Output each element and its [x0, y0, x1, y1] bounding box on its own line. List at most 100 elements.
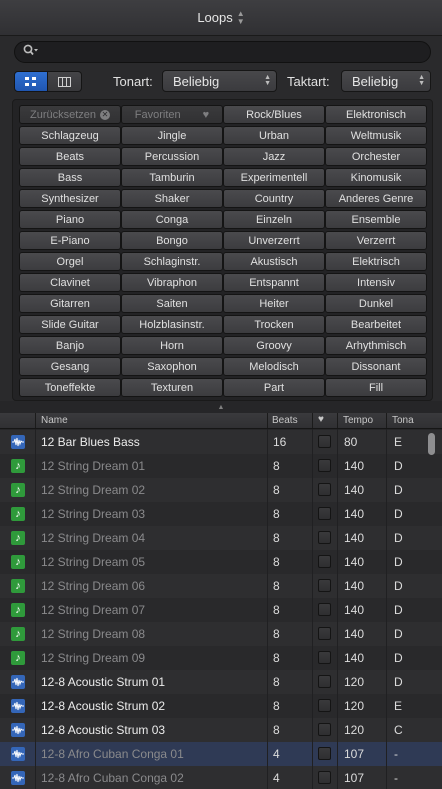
table-row[interactable]: 12-8 Afro Cuban Conga 01 4 107 -	[0, 742, 442, 766]
loop-browser-title[interactable]: Loops ▲ ▼	[0, 0, 442, 36]
keyword-button[interactable]: Verzerrt	[325, 231, 427, 250]
favorite-checkbox[interactable]	[318, 747, 331, 760]
table-row[interactable]: 12-8 Acoustic Strum 03 8 120 C	[0, 718, 442, 742]
favorite-checkbox[interactable]	[318, 579, 331, 592]
table-row[interactable]: ♪ 12 String Dream 09 8 140 D	[0, 646, 442, 670]
favorites-button[interactable]: Favoriten ♥	[121, 105, 223, 124]
favorite-checkbox[interactable]	[318, 435, 331, 448]
keyword-button[interactable]: Entspannt	[223, 273, 325, 292]
keyword-button[interactable]: Unverzerrt	[223, 231, 325, 250]
vertical-scrollbar[interactable]	[426, 430, 435, 789]
keyword-button[interactable]: Fill	[325, 378, 427, 397]
keyword-button[interactable]: Part	[223, 378, 325, 397]
keyword-button[interactable]: Elektronisch	[325, 105, 427, 124]
keyword-button[interactable]: Arhythmisch	[325, 336, 427, 355]
signature-select[interactable]: Beliebig ▲ ▼	[341, 70, 431, 92]
keyword-button[interactable]: Country	[223, 189, 325, 208]
table-row[interactable]: 12 Bar Blues Bass 16 80 E	[0, 430, 442, 454]
keyword-button[interactable]: Horn	[121, 336, 223, 355]
reset-button[interactable]: Zurücksetzen ✕	[19, 105, 121, 124]
keyword-button[interactable]: Conga	[121, 210, 223, 229]
keyword-button[interactable]: Trocken	[223, 315, 325, 334]
keyword-button[interactable]: Einzeln	[223, 210, 325, 229]
keyword-button[interactable]: Orchester	[325, 147, 427, 166]
favorite-checkbox[interactable]	[318, 723, 331, 736]
keyword-button[interactable]: Dissonant	[325, 357, 427, 376]
keyword-button[interactable]: Kinomusik	[325, 168, 427, 187]
table-row[interactable]: ♪ 12 String Dream 06 8 140 D	[0, 574, 442, 598]
favorite-checkbox[interactable]	[318, 507, 331, 520]
keyword-button[interactable]: Piano	[19, 210, 121, 229]
favorite-checkbox[interactable]	[318, 483, 331, 496]
scrollbar-thumb[interactable]	[428, 433, 435, 455]
keyword-button[interactable]: Melodisch	[223, 357, 325, 376]
table-row[interactable]: ♪ 12 String Dream 03 8 140 D	[0, 502, 442, 526]
table-row[interactable]: ♪ 12 String Dream 08 8 140 D	[0, 622, 442, 646]
column-header-key[interactable]: Tona	[392, 415, 414, 426]
table-row[interactable]: ♪ 12 String Dream 05 8 140 D	[0, 550, 442, 574]
keyword-button[interactable]: Urban	[223, 126, 325, 145]
keyword-button[interactable]: Saiten	[121, 294, 223, 313]
keyword-button[interactable]: Schlaginstr.	[121, 252, 223, 271]
keyword-button[interactable]: Gesang	[19, 357, 121, 376]
keyword-button[interactable]: E-Piano	[19, 231, 121, 250]
keyword-button[interactable]: Akustisch	[223, 252, 325, 271]
keyword-button[interactable]: Jingle	[121, 126, 223, 145]
keyword-button[interactable]: Toneffekte	[19, 378, 121, 397]
favorite-checkbox[interactable]	[318, 627, 331, 640]
keyword-button[interactable]: Synthesizer	[19, 189, 121, 208]
favorite-checkbox[interactable]	[318, 459, 331, 472]
keyword-button[interactable]: Gitarren	[19, 294, 121, 313]
panel-splitter[interactable]: ▲	[0, 401, 442, 413]
keyword-button[interactable]: Percussion	[121, 147, 223, 166]
keyword-button[interactable]: Jazz	[223, 147, 325, 166]
keyword-button[interactable]: Orgel	[19, 252, 121, 271]
keyword-button[interactable]: Bearbeitet	[325, 315, 427, 334]
view-toggle[interactable]	[14, 71, 82, 92]
keyword-button[interactable]: Texturen	[121, 378, 223, 397]
table-row[interactable]: ♪ 12 String Dream 04 8 140 D	[0, 526, 442, 550]
keyword-button[interactable]: Holzblasinstr.	[121, 315, 223, 334]
favorite-checkbox[interactable]	[318, 603, 331, 616]
favorite-checkbox[interactable]	[318, 555, 331, 568]
table-row[interactable]: ♪ 12 String Dream 07 8 140 D	[0, 598, 442, 622]
keyword-button[interactable]: Rock/Blues	[223, 105, 325, 124]
keyword-button[interactable]: Bongo	[121, 231, 223, 250]
column-header-tempo[interactable]: Tempo	[343, 415, 373, 426]
table-row[interactable]: 12-8 Acoustic Strum 02 8 120 E	[0, 694, 442, 718]
button-view-button[interactable]	[14, 71, 48, 92]
search-icon[interactable]	[23, 43, 39, 61]
keyword-button[interactable]: Experimentell	[223, 168, 325, 187]
search-field[interactable]	[14, 41, 431, 63]
keyword-button[interactable]: Saxophon	[121, 357, 223, 376]
table-row[interactable]: ♪ 12 String Dream 02 8 140 D	[0, 478, 442, 502]
keyword-button[interactable]: Bass	[19, 168, 121, 187]
keyword-button[interactable]: Vibraphon	[121, 273, 223, 292]
keyword-button[interactable]: Anderes Genre	[325, 189, 427, 208]
column-header-name[interactable]: Name	[41, 415, 68, 426]
keyword-button[interactable]: Clavinet	[19, 273, 121, 292]
search-input[interactable]	[43, 45, 430, 59]
keyword-button[interactable]: Dunkel	[325, 294, 427, 313]
column-view-button[interactable]	[48, 71, 82, 92]
column-header-beats[interactable]: Beats	[272, 415, 298, 426]
keyword-button[interactable]: Intensiv	[325, 273, 427, 292]
keyword-button[interactable]: Banjo	[19, 336, 121, 355]
favorite-checkbox[interactable]	[318, 675, 331, 688]
keyword-button[interactable]: Heiter	[223, 294, 325, 313]
keyword-button[interactable]: Ensemble	[325, 210, 427, 229]
keyword-button[interactable]: Shaker	[121, 189, 223, 208]
keyword-button[interactable]: Tamburin	[121, 168, 223, 187]
scale-select[interactable]: Beliebig ▲ ▼	[162, 70, 277, 92]
keyword-button[interactable]: Slide Guitar	[19, 315, 121, 334]
keyword-button[interactable]: Elektrisch	[325, 252, 427, 271]
keyword-button[interactable]: Beats	[19, 147, 121, 166]
favorite-checkbox[interactable]	[318, 699, 331, 712]
keyword-button[interactable]: Weltmusik	[325, 126, 427, 145]
favorite-checkbox[interactable]	[318, 651, 331, 664]
favorite-checkbox[interactable]	[318, 531, 331, 544]
favorite-checkbox[interactable]	[318, 771, 331, 784]
table-row[interactable]: 12-8 Afro Cuban Conga 02 4 107 -	[0, 766, 442, 789]
keyword-button[interactable]: Schlagzeug	[19, 126, 121, 145]
column-header-favorite[interactable]: ♥	[318, 414, 324, 425]
